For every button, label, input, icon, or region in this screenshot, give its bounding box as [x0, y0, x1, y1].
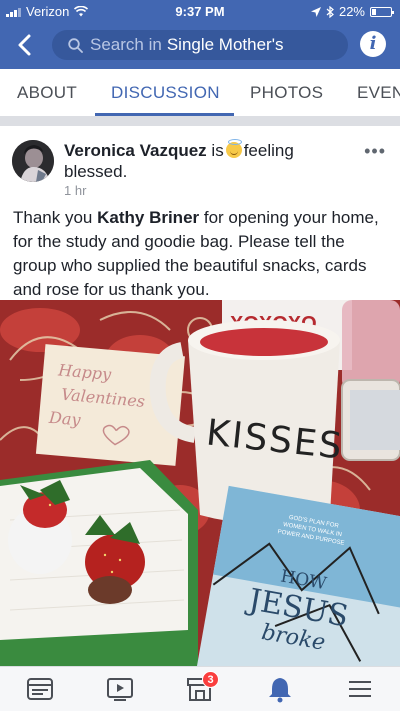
- post-message: Thank you Kathy Briner for opening your …: [13, 206, 391, 302]
- search-placeholder: Search in: [90, 35, 162, 54]
- notifications-bell-icon[interactable]: [265, 675, 295, 703]
- more-options-icon[interactable]: •••: [364, 141, 386, 162]
- active-tab-indicator: [95, 113, 234, 116]
- search-icon: [68, 38, 83, 53]
- post-card: Veronica Vazquez is feeling blessed. 1 hr…: [0, 126, 400, 666]
- watch-video-icon[interactable]: [105, 675, 135, 703]
- menu-hamburger-icon[interactable]: [345, 675, 375, 703]
- marketplace-nav[interactable]: 3: [185, 671, 219, 703]
- bottom-nav: 3: [0, 666, 400, 711]
- status-right: 22%: [310, 4, 394, 19]
- mentioned-user-link[interactable]: Kathy Briner: [97, 208, 199, 227]
- tab-about[interactable]: ABOUT: [17, 83, 77, 103]
- back-arrow-icon[interactable]: [14, 32, 36, 58]
- post-header: Veronica Vazquez is feeling blessed.: [64, 139, 344, 182]
- post-photo[interactable]: XOXOXO Happy Valentines Day KISSES: [0, 300, 400, 666]
- info-icon[interactable]: i: [360, 31, 386, 57]
- activity-prefix: is: [211, 141, 224, 160]
- post-author[interactable]: Veronica Vazquez: [64, 141, 207, 160]
- bluetooth-icon: [326, 5, 334, 18]
- card-text-3: Day: [47, 408, 82, 430]
- top-header: Verizon 9:37 PM 22% Search in Single Mot…: [0, 0, 400, 69]
- group-search-bar[interactable]: Search in Single Mother's: [52, 30, 348, 60]
- tab-photos[interactable]: PHOTOS: [250, 83, 323, 103]
- message-text-1: Thank you: [13, 208, 98, 227]
- tab-events[interactable]: EVEN: [357, 83, 400, 103]
- avatar-image: [12, 140, 54, 182]
- innocent-emoji-icon: [225, 139, 242, 158]
- status-bar: Verizon 9:37 PM 22%: [0, 0, 400, 22]
- search-group-name: Single Mother's: [166, 35, 284, 54]
- marketplace-badge: 3: [202, 671, 219, 688]
- post-timestamp[interactable]: 1 hr: [64, 183, 86, 198]
- group-tabs: ABOUT DISCUSSION PHOTOS EVEN: [0, 69, 400, 116]
- battery-fill: [372, 8, 376, 15]
- battery-percent: 22%: [338, 4, 365, 19]
- news-feed-icon[interactable]: [25, 675, 55, 703]
- location-icon: [310, 6, 321, 17]
- post-photo-image: XOXOXO Happy Valentines Day KISSES: [0, 300, 400, 666]
- tab-discussion[interactable]: DISCUSSION: [111, 83, 220, 103]
- battery-icon: [370, 6, 394, 17]
- avatar[interactable]: [12, 140, 54, 182]
